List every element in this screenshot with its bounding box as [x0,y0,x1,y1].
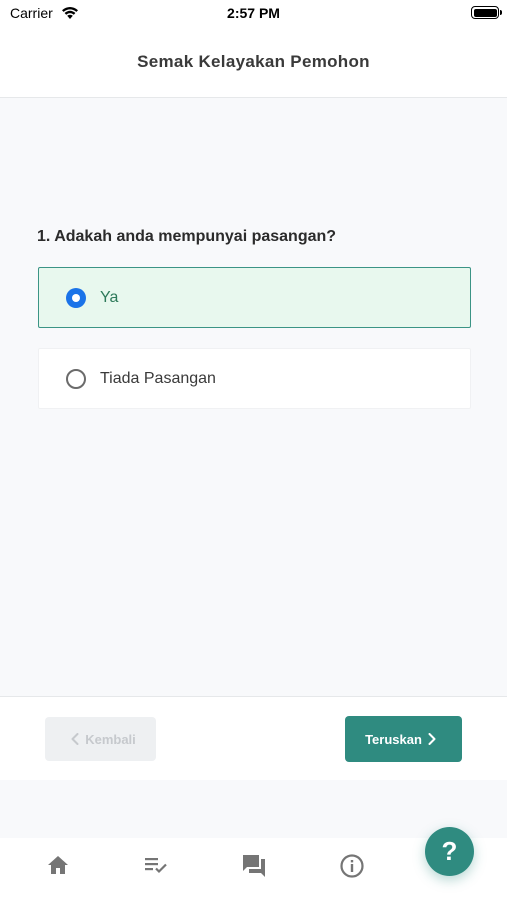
question-text: 1. Adakah anda mempunyai pasangan? [37,228,337,245]
clock: 2:57 PM [227,5,280,21]
continue-button[interactable]: Teruskan [345,716,462,762]
battery-icon [471,6,502,19]
radio-unselected-icon[interactable] [66,368,86,389]
option-label: Ya [100,288,119,306]
home-icon[interactable] [46,853,70,877]
continue-button-label: Teruskan [365,731,422,747]
back-button[interactable]: Kembali [45,717,156,761]
option-ya[interactable]: Ya [38,267,471,328]
status-bar: Carrier 2:57 PM [0,0,507,26]
app-header: Semak Kelayakan Pemohon [0,26,507,98]
chevron-left-icon [71,733,79,745]
footer-bar: Kembali Teruskan [0,696,507,780]
chat-icon[interactable] [241,853,267,879]
checklist-icon[interactable] [143,853,169,877]
page-title: Semak Kelayakan Pemohon [137,51,370,71]
option-label: Tiada Pasangan [100,369,216,387]
option-tiada-pasangan[interactable]: Tiada Pasangan [38,348,471,409]
help-button[interactable]: ? [425,827,474,876]
radio-selected-icon[interactable] [66,287,86,308]
info-icon[interactable] [339,853,365,879]
help-icon: ? [441,836,458,866]
back-button-label: Kembali [85,731,136,747]
chevron-right-icon [428,733,436,745]
